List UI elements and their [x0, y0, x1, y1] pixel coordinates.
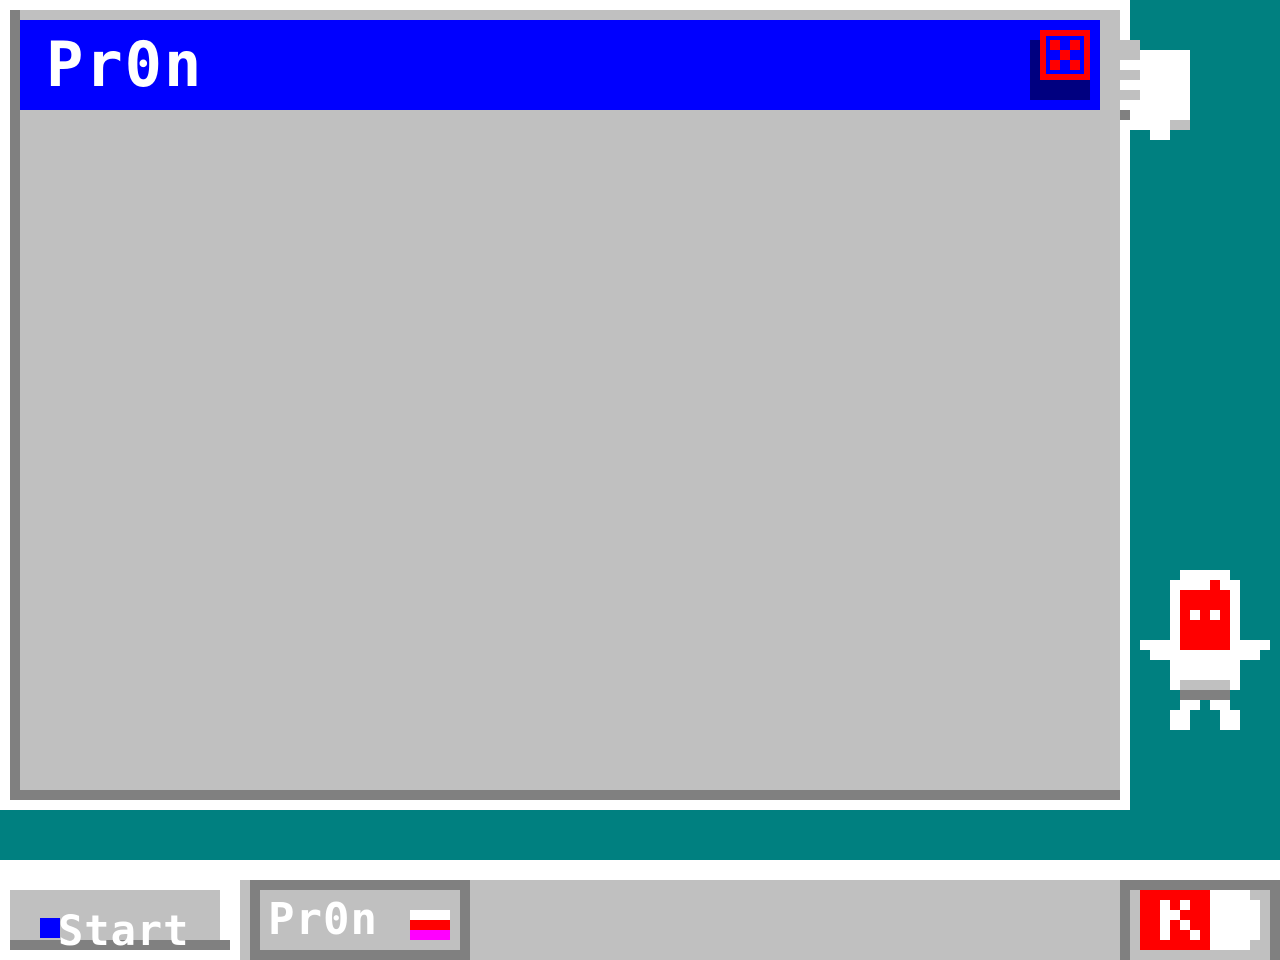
character-sprite[interactable]	[1140, 570, 1270, 730]
window-icon	[410, 910, 450, 940]
taskbar-item-face[interactable]: Pr0n	[260, 890, 460, 950]
taskbar-item-label: Pr0n	[268, 894, 378, 945]
system-tray	[1120, 880, 1280, 960]
window-title: Pr0n	[46, 28, 204, 101]
taskbar-edge	[0, 860, 1280, 880]
window-titlebar[interactable]: Pr0n	[20, 20, 1100, 110]
window-content	[20, 110, 1110, 790]
close-icon[interactable]	[1040, 30, 1090, 80]
popup-window[interactable]: Pr0n	[0, 0, 1130, 810]
taskbar: Start Pr0n	[0, 880, 1280, 960]
start-icon	[40, 918, 60, 938]
hand-cursor-icon	[1100, 30, 1200, 140]
system-tray-face	[1130, 890, 1270, 960]
tray-icon[interactable]	[1140, 890, 1260, 950]
start-label: Start	[58, 906, 190, 955]
start-button[interactable]: Start	[0, 880, 240, 960]
close-button[interactable]	[1030, 30, 1090, 100]
taskbar-item-window[interactable]: Pr0n	[250, 880, 470, 960]
start-button-face[interactable]: Start	[10, 890, 230, 955]
